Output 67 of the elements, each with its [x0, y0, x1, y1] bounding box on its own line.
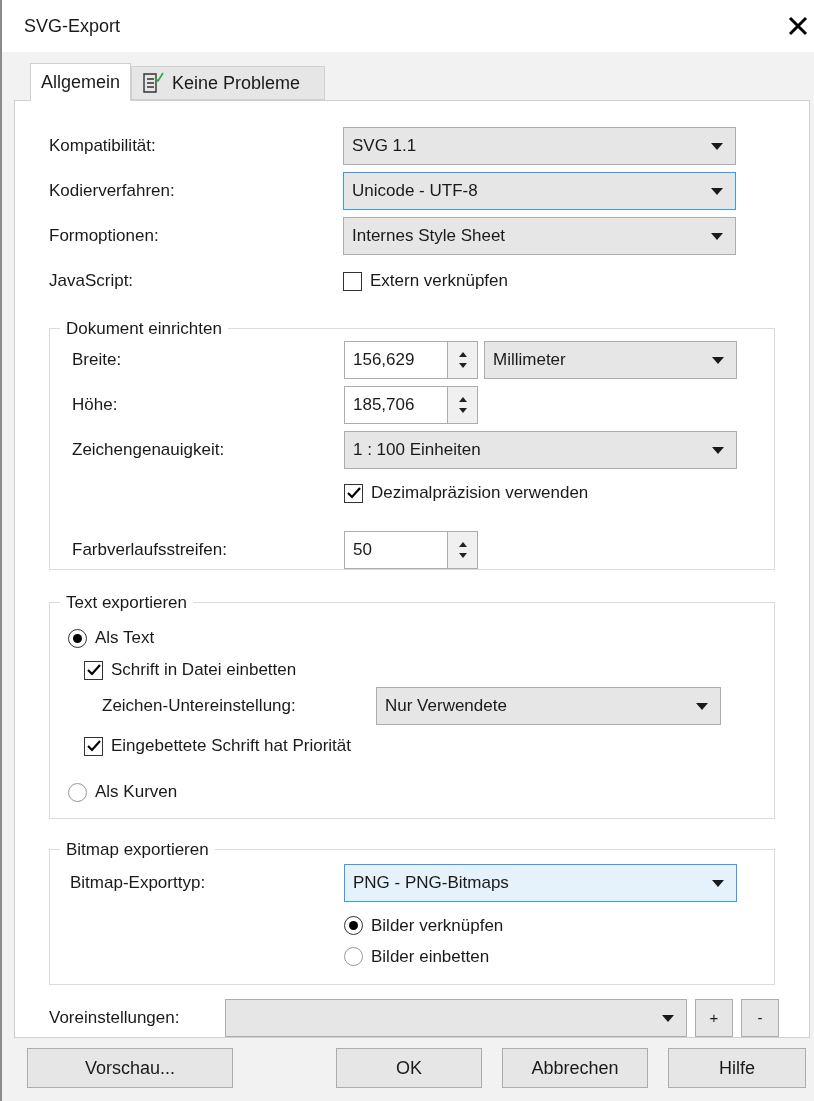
caret-icon: [696, 702, 708, 710]
number-field[interactable]: 50: [344, 531, 448, 569]
caret-icon: [712, 446, 724, 454]
checkbox-label[interactable]: Schrift in Datei einbetten: [111, 657, 297, 683]
checkbox-label[interactable]: Eingebettete Schrift hat Priorität: [111, 733, 352, 759]
caret-icon: [711, 142, 723, 150]
field-label: Zeichengenauigkeit:: [72, 439, 226, 462]
caret-icon: [712, 879, 724, 887]
field-label: Farbverlaufsstreifen:: [72, 539, 228, 562]
close-icon[interactable]: [788, 16, 808, 36]
radio-button[interactable]: [344, 916, 363, 936]
radio-button[interactable]: [68, 628, 87, 648]
dropdown[interactable]: Unicode - UTF-8: [343, 172, 736, 210]
radio-label[interactable]: Bilder verknüpfen: [371, 912, 504, 939]
radio-button[interactable]: [68, 782, 87, 802]
dropdown[interactable]: PNG - PNG-Bitmaps: [344, 864, 737, 903]
spin-buttons[interactable]: [448, 341, 478, 379]
radio-label[interactable]: Als Kurven: [95, 779, 178, 805]
up-arrow-icon: [458, 352, 467, 357]
check-icon: [346, 487, 361, 499]
field-label: JavaScript:: [49, 270, 135, 293]
checkbox[interactable]: [344, 483, 363, 503]
window-title: SVG-Export: [24, 14, 121, 38]
checkbox[interactable]: [84, 660, 103, 680]
field-label: Kodierverfahren:: [49, 180, 176, 203]
dropdown[interactable]: Internes Style Sheet: [343, 217, 736, 255]
caret-icon: [711, 187, 723, 195]
check-icon: [86, 740, 101, 752]
dropdown[interactable]: SVG 1.1: [343, 127, 736, 165]
spin-buttons[interactable]: [448, 531, 478, 569]
number-field[interactable]: 156,629: [344, 341, 448, 379]
field-label: Höhe:: [72, 394, 119, 417]
dropdown[interactable]: Millimeter: [484, 341, 737, 379]
radio-label[interactable]: Als Text: [95, 625, 155, 651]
remove-button[interactable]: -: [741, 999, 779, 1037]
up-arrow-icon: [458, 542, 467, 547]
dialog-button[interactable]: Abbrechen: [502, 1048, 648, 1088]
field-label: Kompatibilität:: [49, 135, 157, 158]
check-icon: [86, 664, 101, 676]
checkbox[interactable]: [343, 271, 362, 291]
field-label: Zeichen-Untereinstellung:: [102, 695, 297, 718]
spin-buttons[interactable]: [448, 386, 478, 424]
caret-icon: [711, 232, 723, 240]
caret-icon: [662, 1014, 674, 1022]
tab[interactable]: Keine Probleme: [131, 66, 326, 100]
radio-button[interactable]: [344, 947, 363, 967]
dialog-button[interactable]: Hilfe: [668, 1048, 806, 1088]
checkbox-label[interactable]: Extern verknüpfen: [370, 268, 508, 294]
field-label: Formoptionen:: [49, 225, 160, 248]
field-label: Voreinstellungen:: [49, 1007, 181, 1030]
dropdown[interactable]: Nur Verwendete: [376, 687, 721, 725]
field-label: Bitmap-Exporttyp:: [70, 872, 207, 895]
down-arrow-icon: [458, 363, 467, 368]
tab[interactable]: Allgemein: [30, 63, 132, 101]
up-arrow-icon: [458, 397, 467, 402]
down-arrow-icon: [458, 553, 467, 558]
radio-label[interactable]: Bilder einbetten: [371, 943, 490, 970]
dropdown[interactable]: 1 : 100 Einheiten: [344, 431, 737, 469]
dialog-button[interactable]: OK: [336, 1048, 482, 1088]
caret-icon: [712, 356, 724, 364]
checkbox-label[interactable]: Dezimalpräzision verwenden: [371, 480, 589, 506]
down-arrow-icon: [458, 408, 467, 413]
number-field[interactable]: 185,706: [344, 386, 448, 424]
dialog-button[interactable]: Vorschau...: [27, 1048, 233, 1088]
add-button[interactable]: +: [695, 999, 733, 1037]
field-label: Breite:: [72, 349, 123, 372]
checkbox[interactable]: [84, 736, 103, 756]
